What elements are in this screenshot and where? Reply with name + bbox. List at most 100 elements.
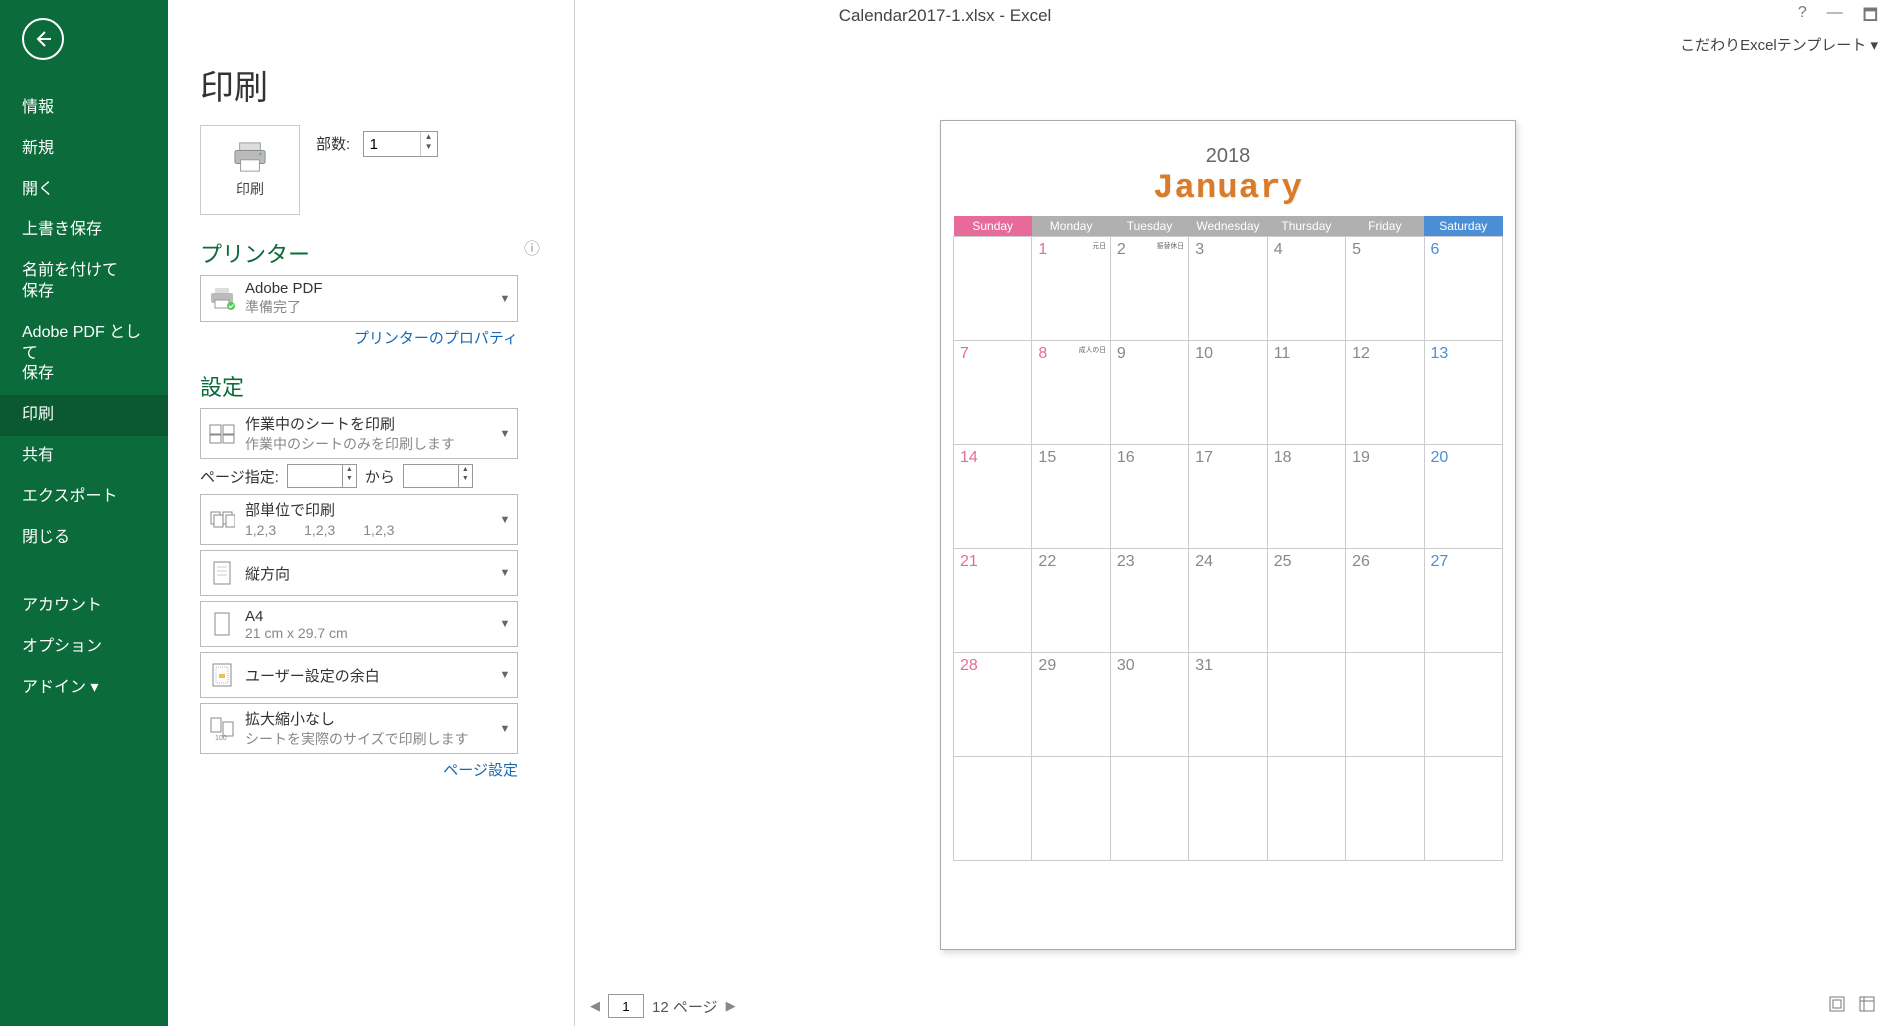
page-setup-link[interactable]: ページ設定 [200,759,518,780]
chevron-down-icon: ▼ [493,428,517,440]
back-button[interactable] [22,18,64,60]
ribbon-tab-custom[interactable]: こだわりExcelテンプレート ▾ [1680,34,1878,55]
calendar-cell: 17 [1189,445,1267,549]
calendar-cell: 15 [1032,445,1110,549]
calendar-day-header: Tuesday [1110,216,1188,237]
calendar-cell [1110,757,1188,861]
calendar-cell [1189,757,1267,861]
menu-item[interactable]: 閉じる [0,518,168,559]
menu-item[interactable]: Adobe PDF として 保存 [0,313,168,395]
page-from-up[interactable]: ▲ [343,465,356,474]
restore-button[interactable]: 🗖 [1863,4,1878,31]
calendar-cell [1267,653,1345,757]
chevron-down-icon: ▼ [493,514,517,526]
next-page-button[interactable]: ▶ [726,998,736,1014]
calendar-day-header: Monday [1032,216,1110,237]
orientation-dropdown[interactable]: 縦方向 ▼ [200,550,518,596]
window-controls: ? — 🗖 [1798,4,1878,31]
copies-up[interactable]: ▲ [421,132,437,142]
menu-item[interactable]: オプション [0,627,168,668]
copies-input[interactable] [364,132,420,156]
copies-label: 部数: [316,136,350,153]
menu-item[interactable]: 情報 [0,88,168,129]
svg-text:100: 100 [215,735,227,742]
collate-icon [201,508,243,532]
calendar-cell: 18 [1267,445,1345,549]
calendar-cell: 27 [1424,549,1502,653]
calendar-cell: 9 [1110,341,1188,445]
holiday-label: 元日 [1092,241,1106,250]
zoom-controls [1828,995,1876,1018]
printer-status: 準備完了 [245,297,491,317]
info-icon[interactable]: ⓘ [524,235,540,259]
calendar-cell [1267,757,1345,861]
menu-item[interactable]: 共有 [0,436,168,477]
page-from-down[interactable]: ▼ [343,474,356,483]
calendar-month: January [953,170,1503,208]
calendar-cell: 8成人の日 [1032,341,1110,445]
printer-dropdown[interactable]: Adobe PDF 準備完了 ▼ [200,275,518,322]
print-button[interactable]: 印刷 [200,125,300,215]
calendar-cell: 12 [1346,341,1424,445]
chevron-down-icon: ▼ [493,567,517,579]
menu-item[interactable]: 印刷 [0,395,168,436]
calendar-cell: 11 [1267,341,1345,445]
menu-item[interactable]: アカウント [0,586,168,627]
divider [574,0,575,1026]
menu-item[interactable]: 新規 [0,129,168,170]
print-scope-dropdown[interactable]: 作業中のシートを印刷 作業中のシートのみを印刷します ▼ [200,408,518,459]
preview-page: 2018 January SundayMondayTuesdayWednesda… [940,120,1516,950]
prev-page-button[interactable]: ◀ [590,998,600,1014]
printer-heading: プリンター ⓘ [200,237,540,269]
preview-page-nav: ◀ 12 ページ ▶ [590,994,736,1018]
scaling-dropdown[interactable]: 100 拡大縮小なし シートを実際のサイズで印刷します ▼ [200,703,518,754]
printer-properties-link[interactable]: プリンターのプロパティ [200,327,518,348]
calendar-cell: 5 [1346,237,1424,341]
calendar-cell [954,757,1032,861]
calendar-cell: 2振替休日 [1110,237,1188,341]
menu-item[interactable]: 名前を付けて 保存 [0,251,168,313]
page-from-input[interactable] [287,464,343,488]
page-title: 印刷 [200,60,540,109]
scaling-icon: 100 [201,716,243,742]
show-margins-button[interactable] [1858,995,1876,1018]
holiday-label: 振替休日 [1157,241,1184,250]
menu-item[interactable]: 上書き保存 [0,210,168,251]
page-to-input[interactable] [403,464,459,488]
page-number-input[interactable] [608,994,644,1018]
help-button[interactable]: ? [1798,4,1807,31]
calendar-cell: 26 [1346,549,1424,653]
margins-dropdown[interactable]: ユーザー設定の余白 ▼ [200,652,518,698]
zoom-to-page-button[interactable] [1828,995,1846,1018]
title-bar: Calendar2017-1.xlsx - Excel ? — 🗖 こだわりEx… [0,0,1890,46]
calendar-day-header: Sunday [954,216,1032,237]
minimize-button[interactable]: — [1827,4,1843,31]
printer-status-icon [201,287,243,311]
calendar-cell: 4 [1267,237,1345,341]
calendar-cell: 20 [1424,445,1502,549]
calendar-cell [1346,653,1424,757]
calendar-cell: 30 [1110,653,1188,757]
menu-item[interactable]: 開く [0,170,168,211]
page-range-to-label: から [365,466,395,487]
chevron-down-icon: ▼ [493,723,517,735]
chevron-down-icon: ▼ [493,669,517,681]
portrait-icon [201,560,243,586]
page-to-down[interactable]: ▼ [459,474,472,483]
copies-down[interactable]: ▼ [421,142,437,152]
sheets-icon [201,424,243,444]
menu-item[interactable]: アドイン ▾ [0,668,168,709]
collate-dropdown[interactable]: 部単位で印刷 1,2,3 1,2,3 1,2,3 ▼ [200,494,518,545]
calendar-cell: 16 [1110,445,1188,549]
calendar-cell: 3 [1189,237,1267,341]
papersize-dropdown[interactable]: A4 21 cm x 29.7 cm ▼ [200,601,518,647]
calendar-cell: 23 [1110,549,1188,653]
page-to-up[interactable]: ▲ [459,465,472,474]
calendar-day-header: Friday [1346,216,1424,237]
print-button-label: 印刷 [236,179,264,199]
printer-name: Adobe PDF [245,280,491,297]
calendar-cell: 1元日 [1032,237,1110,341]
menu-item[interactable]: エクスポート [0,477,168,518]
calendar-cell: 31 [1189,653,1267,757]
calendar-year: 2018 [953,145,1503,168]
